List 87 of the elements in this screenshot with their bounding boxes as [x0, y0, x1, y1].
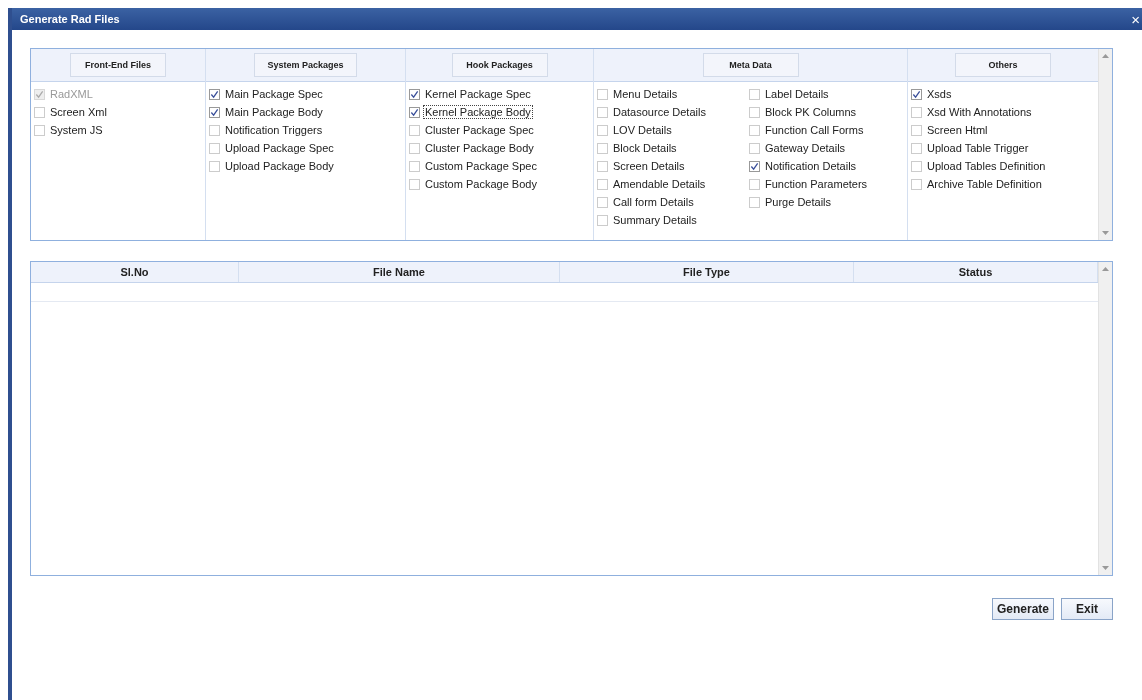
checkbox[interactable] [749, 196, 760, 208]
generate-button[interactable]: Generate [991, 598, 1054, 620]
close-button[interactable]: × [1129, 11, 1142, 27]
scrollbar[interactable] [1098, 262, 1112, 575]
checkbox-label: Kernel Package Body [423, 105, 533, 119]
section-header-button[interactable]: Hook Packages [451, 53, 548, 77]
checkbox-label: Upload Package Body [224, 159, 335, 173]
column-header: File Type [560, 262, 854, 282]
checkbox-label: Notification Details [764, 159, 858, 173]
checkbox[interactable] [209, 106, 220, 118]
window-title: Generate Rad Files [20, 13, 120, 25]
checkbox-label: Menu Details [612, 87, 679, 101]
checkbox-label: Block PK Columns [764, 105, 858, 119]
checkbox[interactable] [409, 160, 420, 172]
checkbox-label: Cluster Package Spec [424, 123, 535, 137]
section-header-button[interactable]: Meta Data [702, 53, 799, 77]
checkbox-label: Upload Package Spec [224, 141, 335, 155]
checkbox-label: Amendable Details [612, 177, 707, 191]
checkbox-label: LOV Details [612, 123, 673, 137]
column-header: Sl.No [31, 262, 239, 282]
checkbox[interactable] [597, 124, 608, 136]
checkbox-label: System JS [49, 123, 104, 137]
checkbox-label: Datasource Details [612, 105, 707, 119]
checkbox[interactable] [209, 88, 220, 100]
scroll-down-arrow-icon[interactable] [1102, 231, 1109, 235]
scroll-up-arrow-icon[interactable] [1102, 267, 1109, 271]
scroll-up-arrow-icon[interactable] [1102, 54, 1109, 58]
checkbox[interactable] [911, 142, 922, 154]
checkbox[interactable] [749, 106, 760, 118]
checkbox-label: Custom Package Spec [424, 159, 538, 173]
section-header-button[interactable]: Front-End Files [70, 53, 166, 77]
checkbox[interactable] [911, 124, 922, 136]
checkbox-label: Main Package Spec [224, 87, 324, 101]
checkbox-label: Notification Triggers [224, 123, 324, 137]
checkbox[interactable] [911, 106, 922, 118]
checkbox[interactable] [209, 124, 220, 136]
checkbox-label: Archive Table Definition [926, 177, 1043, 191]
section-header-button[interactable]: Others [955, 53, 1051, 77]
checkbox-label: Upload Table Trigger [926, 141, 1030, 155]
checkbox[interactable] [597, 88, 608, 100]
checkbox-label: Main Package Body [224, 105, 324, 119]
checkbox-label: Xsd With Annotations [926, 105, 1033, 119]
checkbox[interactable] [749, 142, 760, 154]
checkbox[interactable] [209, 142, 220, 154]
checkbox-label: Function Call Forms [764, 123, 865, 137]
checkbox-label: Xsds [926, 87, 953, 101]
checkbox[interactable] [597, 214, 608, 226]
checkbox[interactable] [911, 178, 922, 190]
checkbox[interactable] [409, 142, 420, 154]
checkbox[interactable] [409, 178, 420, 190]
checkbox[interactable] [597, 196, 608, 208]
scrollbar[interactable] [1098, 49, 1112, 240]
checkbox-label: Cluster Package Body [424, 141, 535, 155]
checkbox[interactable] [209, 160, 220, 172]
scroll-down-arrow-icon[interactable] [1102, 566, 1109, 570]
checkbox[interactable] [749, 88, 760, 100]
checkbox[interactable] [34, 124, 45, 136]
checkbox-label: Upload Tables Definition [926, 159, 1047, 173]
checkbox[interactable] [749, 124, 760, 136]
checkbox-label: Block Details [612, 141, 678, 155]
checkbox[interactable] [597, 142, 608, 154]
checkbox[interactable] [749, 160, 760, 172]
checkbox[interactable] [911, 160, 922, 172]
checkbox[interactable] [34, 106, 45, 118]
checkbox-label: Label Details [764, 87, 830, 101]
column-header: File Name [239, 262, 560, 282]
checkbox[interactable] [749, 178, 760, 190]
checkbox-label: RadXML [49, 87, 94, 101]
checkbox-label: Purge Details [764, 195, 833, 209]
checkbox[interactable] [911, 88, 922, 100]
checkbox-label: Custom Package Body [424, 177, 538, 191]
checkbox-label: Gateway Details [764, 141, 847, 155]
checkbox-label: Call form Details [612, 195, 695, 209]
checkbox[interactable] [597, 160, 608, 172]
checkbox-label: Function Parameters [764, 177, 869, 191]
checkbox[interactable] [409, 88, 420, 100]
checkbox-label: Screen Details [612, 159, 686, 173]
checkbox[interactable] [409, 124, 420, 136]
checkbox-label: Screen Html [926, 123, 989, 137]
checkbox-label: Kernel Package Spec [424, 87, 532, 101]
checkbox[interactable] [597, 106, 608, 118]
checkbox-label: Summary Details [612, 213, 698, 227]
exit-button[interactable]: Exit [1061, 598, 1113, 620]
checkbox[interactable] [597, 178, 608, 190]
section-header-button[interactable]: System Packages [254, 53, 357, 77]
checkbox-label: Screen Xml [49, 105, 108, 119]
checkbox[interactable] [409, 106, 420, 118]
